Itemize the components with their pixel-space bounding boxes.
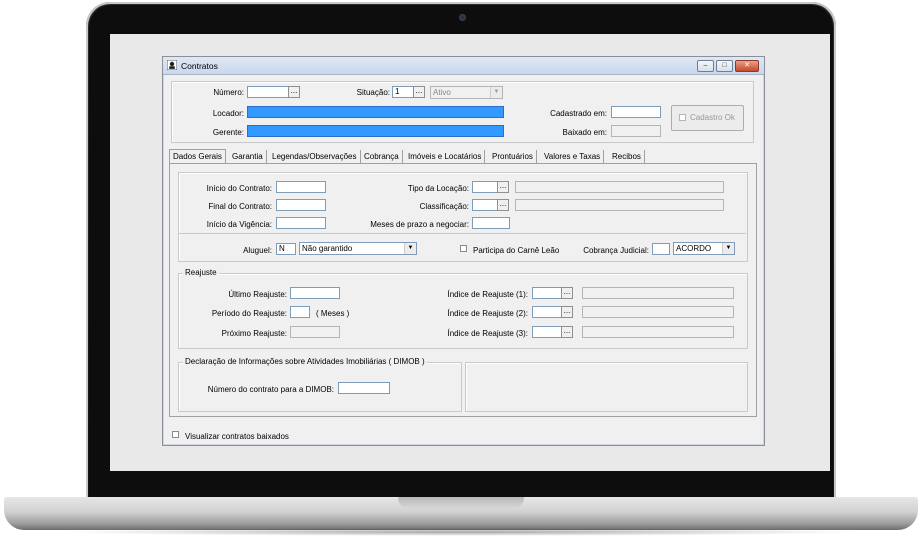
final-contrato-label: Final do Contrato: (208, 202, 272, 211)
ultimo-reajuste-input[interactable] (290, 287, 340, 299)
meses-label: ( Meses ) (316, 309, 350, 318)
periodo-reajuste-input[interactable] (290, 306, 310, 318)
reajuste-title: Reajuste (183, 268, 219, 277)
indice-1-lookup-button[interactable]: ... (561, 287, 573, 299)
cadastro-ok-button[interactable]: Cadastro Ok (671, 105, 744, 131)
indice-3-code-input[interactable] (532, 326, 562, 338)
indice-1-code-input[interactable] (532, 287, 562, 299)
minimize-button[interactable]: – (697, 60, 714, 72)
carne-leao-label: Participa do Carnê Leão (473, 246, 560, 255)
numero-label: Número: (213, 88, 244, 97)
cadastrado-label: Cadastrado em: (550, 109, 607, 118)
title-bar[interactable]: Contratos – □ ✕ (163, 57, 764, 75)
cobranca-judicial-code-input[interactable] (652, 243, 670, 255)
locador-label: Locador: (212, 109, 244, 118)
tab-cobranca[interactable]: Cobrança (361, 150, 403, 163)
gerente-label: Gerente: (212, 128, 244, 137)
chevron-down-icon: ▼ (722, 243, 734, 254)
visualizar-baixados-checkbox[interactable] (172, 431, 179, 438)
numero-lookup-button[interactable]: ... (288, 86, 300, 98)
close-button[interactable]: ✕ (735, 60, 759, 72)
tipo-locacao-code-input[interactable] (472, 181, 498, 193)
ultimo-reajuste-label: Último Reajuste: (228, 290, 287, 299)
inicio-contrato-input[interactable] (276, 181, 326, 193)
inicio-vigencia-input[interactable] (276, 217, 326, 229)
locador-input[interactable] (247, 106, 504, 118)
tab-imoveis[interactable]: Imóveis e Locatários (405, 150, 486, 163)
indice-2-lookup-button[interactable]: ... (561, 306, 573, 318)
cobranca-judicial-select[interactable]: ACORDO ▼ (673, 242, 735, 255)
periodo-reajuste-label: Período do Reajuste: (211, 309, 287, 318)
visualizar-baixados-label: Visualizar contratos baixados (185, 432, 289, 441)
cobranca-judicial-value: ACORDO (676, 244, 712, 253)
dimob-title: Declaração de Informações sobre Atividad… (183, 357, 427, 366)
cadastro-ok-label: Cadastro Ok (690, 113, 735, 122)
indice-1-label: Índice de Reajuste (1): (447, 290, 529, 299)
indice-1-description (582, 287, 734, 299)
chevron-down-icon: ▼ (404, 243, 416, 254)
cadastrado-input[interactable] (611, 106, 661, 118)
inicio-contrato-label: Início do Contrato: (206, 184, 272, 193)
baixado-label: Baixado em: (562, 128, 607, 137)
inicio-vigencia-label: Início da Vigência: (206, 220, 272, 229)
situacao-value: Ativo (433, 88, 451, 97)
final-contrato-input[interactable] (276, 199, 326, 211)
indice-3-label: Índice de Reajuste (3): (447, 329, 529, 338)
baixado-input (611, 125, 661, 137)
aluguel-code-input[interactable]: N (276, 243, 296, 255)
aluguel-select[interactable]: Não garantido ▼ (299, 242, 417, 255)
camera-icon (459, 14, 466, 21)
classificacao-lookup-button[interactable]: ... (497, 199, 509, 211)
tipo-locacao-lookup-button[interactable]: ... (497, 181, 509, 193)
dimob-side-panel (465, 362, 748, 412)
aluguel-value: Não garantido (302, 244, 353, 253)
cadastro-ok-checkbox[interactable] (679, 114, 686, 121)
indice-2-label: Índice de Reajuste (2): (447, 309, 529, 318)
aluguel-label: Aluguel: (243, 246, 272, 255)
indice-3-description (582, 326, 734, 338)
gerente-input[interactable] (247, 125, 504, 137)
proximo-reajuste-input (290, 326, 340, 338)
tipo-locacao-label: Tipo da Locação: (407, 184, 469, 193)
situacao-code-input[interactable]: 1 (392, 86, 414, 98)
cobranca-judicial-label: Cobrança Judicial: (583, 246, 649, 255)
tab-prontuarios[interactable]: Prontuários (489, 150, 537, 163)
tab-valores-taxas[interactable]: Valores e Taxas (541, 150, 605, 163)
proximo-reajuste-label: Próximo Reajuste: (221, 329, 287, 338)
divider (179, 233, 746, 234)
window-title: Contratos (181, 61, 218, 71)
situacao-label: Situação: (356, 88, 390, 97)
maximize-button[interactable]: □ (716, 60, 733, 72)
numero-input[interactable] (247, 86, 289, 98)
meses-prazo-input[interactable] (472, 217, 510, 229)
laptop-base (4, 497, 918, 530)
laptop-notch (398, 497, 524, 508)
situacao-lookup-button[interactable]: ... (413, 86, 425, 98)
situacao-select[interactable]: Ativo ▼ (430, 86, 503, 99)
tipo-locacao-description (515, 181, 724, 193)
indice-3-lookup-button[interactable]: ... (561, 326, 573, 338)
carne-leao-checkbox[interactable] (460, 245, 467, 252)
indice-2-description (582, 306, 734, 318)
dimob-numero-input[interactable] (338, 382, 390, 394)
laptop-shadow (60, 528, 862, 536)
contratos-window: Contratos – □ ✕ Número: ... Situação: 1 … (162, 56, 765, 446)
classificacao-label: Classificação: (419, 202, 469, 211)
tab-garantia[interactable]: Garantia (229, 150, 267, 163)
indice-2-code-input[interactable] (532, 306, 562, 318)
tab-recibos[interactable]: Recibos (609, 150, 645, 163)
app-icon (167, 60, 177, 70)
classificacao-code-input[interactable] (472, 199, 498, 211)
meses-prazo-label: Meses de prazo a negociar: (370, 220, 469, 229)
tab-dados-gerais[interactable]: Dados Gerais (169, 149, 226, 164)
tab-legendas[interactable]: Legendas/Observações (269, 150, 361, 163)
classificacao-description (515, 199, 724, 211)
chevron-down-icon: ▼ (490, 87, 502, 98)
laptop-screen: Contratos – □ ✕ Número: ... Situação: 1 … (110, 34, 830, 471)
dimob-numero-label: Número do contrato para a DIMOB: (207, 385, 334, 394)
